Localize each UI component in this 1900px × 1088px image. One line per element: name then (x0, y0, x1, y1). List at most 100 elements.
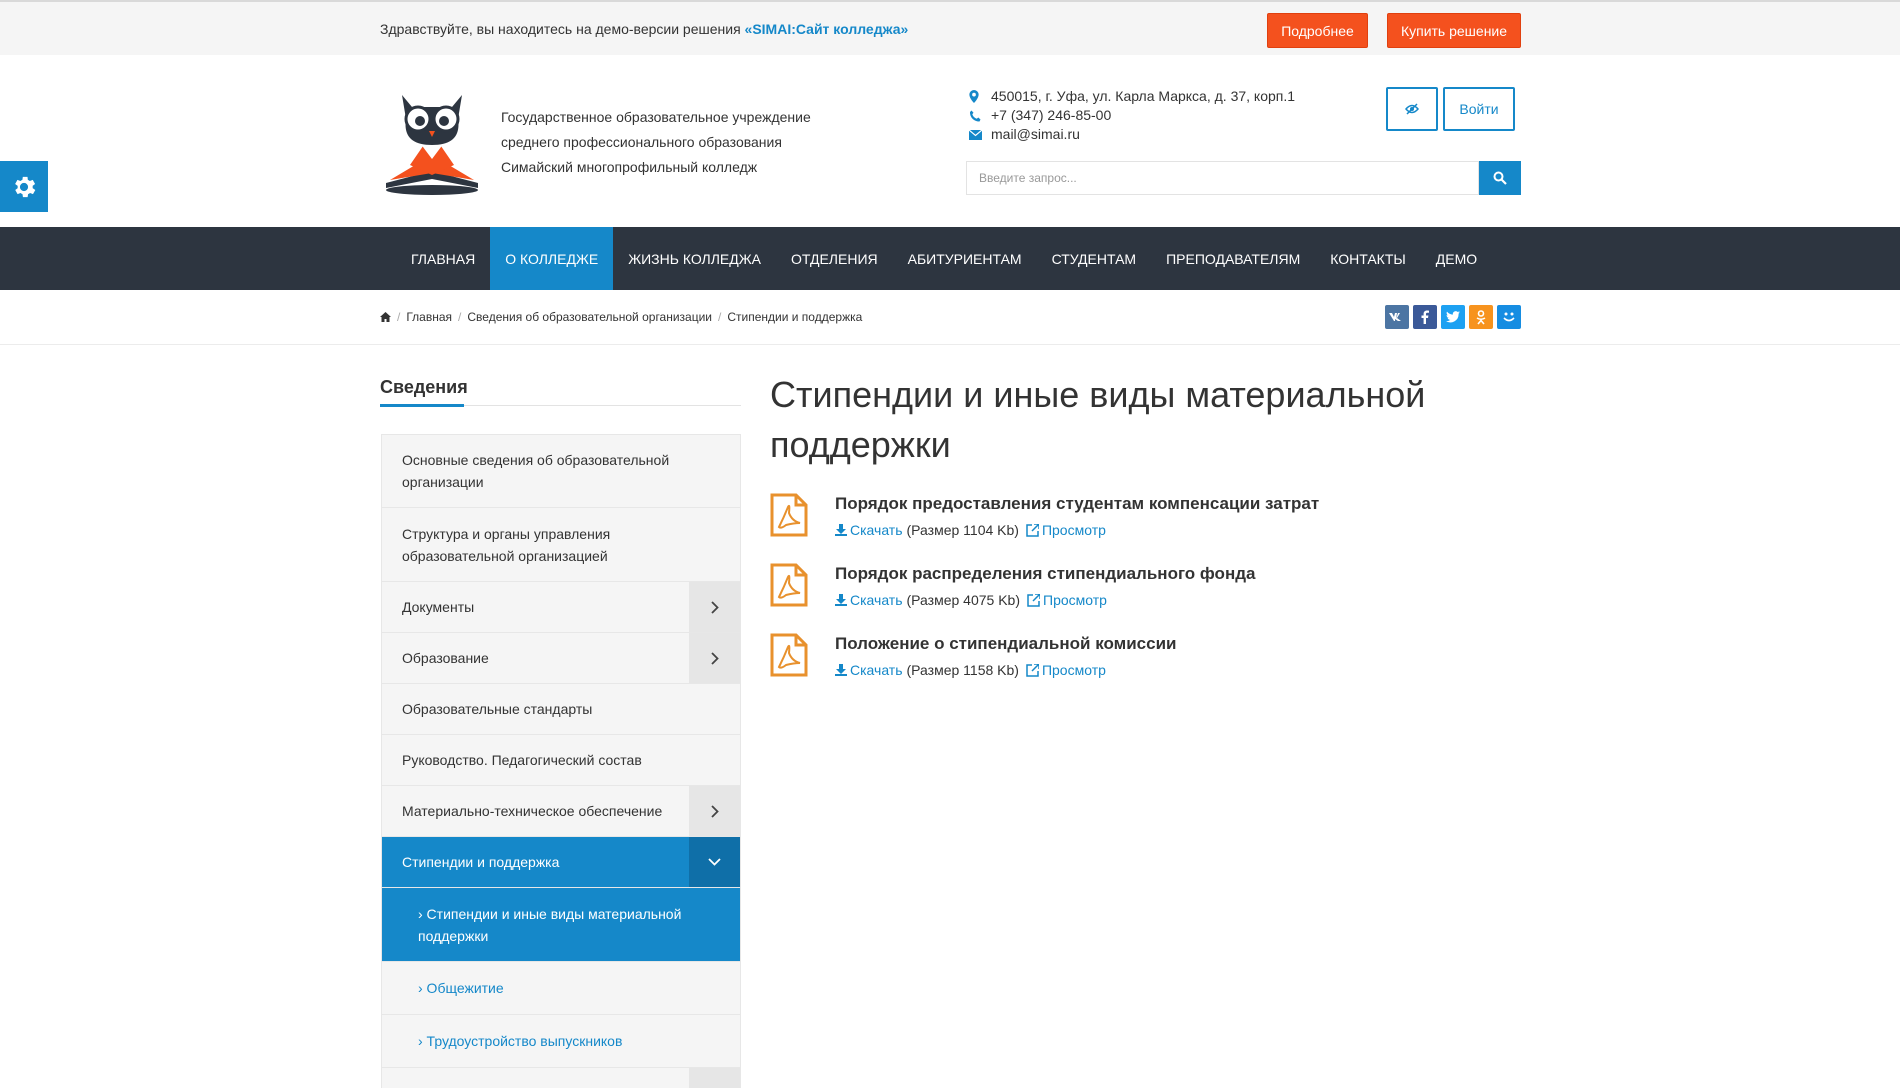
sidebar-item-label: Документы (402, 599, 475, 615)
nav-item[interactable]: АБИТУРИЕНТАМ (893, 227, 1037, 290)
chevron-right-icon[interactable] (689, 582, 740, 632)
view-link[interactable]: Просмотр (1026, 522, 1106, 538)
view-label: Просмотр (1041, 522, 1106, 538)
nav-item[interactable]: КОНТАКТЫ (1315, 227, 1421, 290)
external-link-icon (1027, 593, 1040, 607)
download-link[interactable]: Скачать (835, 592, 903, 608)
sidebar-item-education[interactable]: Образование (382, 633, 740, 684)
nav-item[interactable]: ЖИЗНЬ КОЛЛЕДЖА (613, 227, 776, 290)
sidebar-item-label: Основные сведения об образовательной орг… (402, 452, 670, 490)
nav-item[interactable]: ГЛАВНАЯ (396, 227, 490, 290)
sidebar-item-structure[interactable]: Структура и органы управления образовате… (382, 508, 740, 582)
org-name-line: среднего профессионального образования (501, 134, 782, 150)
sidebar-item-main-info[interactable]: Основные сведения об образовательной орг… (382, 435, 740, 508)
phone-icon (969, 110, 991, 122)
pdf-file-icon (770, 563, 808, 607)
sidebar-subitem-label: › Стипендии и иные виды материальной под… (418, 905, 682, 944)
demo-product-link[interactable]: «SIMAI:Сайт колледжа» (745, 21, 909, 37)
moimir-icon[interactable] (1497, 305, 1521, 329)
document-title[interactable]: Порядок распределения стипендиального фо… (835, 564, 1255, 584)
buy-solution-button[interactable]: Купить решение (1387, 13, 1521, 48)
breadcrumb-item[interactable]: Главная (406, 310, 452, 324)
org-name-line: Симайский многопрофильный колледж (501, 159, 758, 175)
nav-item[interactable]: ДЕМО (1421, 227, 1492, 290)
org-name-line: Государственное образовательное учрежден… (501, 109, 811, 125)
share-buttons (1385, 305, 1521, 329)
demo-notice: Здравствуйте, вы находитесь на демо-верс… (380, 21, 908, 37)
home-icon[interactable] (380, 312, 391, 322)
vk-icon[interactable] (1385, 305, 1409, 329)
page-title: Стипендии и иные виды материальной подде… (770, 374, 1426, 465)
breadcrumb-separator: / (718, 310, 722, 324)
download-link[interactable]: Скачать (835, 522, 903, 538)
sidebar-item-facilities[interactable]: Материально-техническое обеспечение (382, 786, 740, 837)
document-meta: Скачать (Размер 4075 Kb) Просмотр (835, 592, 1107, 608)
breadcrumb-item[interactable]: Сведения об образовательной организации (467, 310, 712, 324)
breadcrumb-bar: / Главная / Сведения об образовательной … (0, 290, 1900, 345)
nav-item[interactable]: О КОЛЛЕДЖЕ (490, 227, 614, 290)
sidebar-title-underline (380, 404, 464, 407)
sidebar-item-staff[interactable]: Руководство. Педагогический состав (382, 735, 740, 786)
breadcrumb: / Главная / Сведения об образовательной … (380, 310, 862, 324)
breadcrumb-separator: / (458, 310, 462, 324)
document-size: (Размер 1104 Kb) (906, 522, 1019, 538)
document-size: (Размер 1158 Kb) (906, 662, 1019, 678)
search-button[interactable] (1479, 161, 1521, 195)
nav-item[interactable]: ПРЕПОДАВАТЕЛЯМ (1151, 227, 1315, 290)
login-button[interactable]: Войти (1443, 87, 1515, 131)
sidebar-item-scholarships[interactable]: Стипендии и поддержка (382, 837, 740, 888)
more-button[interactable]: Подробнее (1267, 13, 1368, 48)
sidebar-item-label: Структура и органы управления образовате… (402, 525, 611, 564)
external-link-icon (1026, 663, 1039, 677)
sidebar-item-label: Образование (402, 650, 489, 666)
settings-panel-toggle[interactable] (0, 161, 48, 212)
address-row: 450015, г. Уфа, ул. Карла Маркса, д. 37,… (969, 87, 1295, 106)
sidebar-item-documents[interactable]: Документы (382, 582, 740, 633)
email-row: mail@simai.ru (969, 125, 1295, 144)
sidebar-subitem-scholarships[interactable]: › Стипендии и иные виды материальной под… (382, 888, 740, 962)
eye-slash-icon (1405, 103, 1419, 115)
college-logo[interactable] (380, 85, 484, 198)
document-meta: Скачать (Размер 1104 Kb) Просмотр (835, 522, 1106, 538)
sidebar-subitem-label: › Трудоустройство выпускников (418, 1033, 623, 1049)
sidebar-subitem-employment[interactable]: › Трудоустройство выпускников (382, 1015, 740, 1068)
sidebar-item-standards[interactable]: Образовательные стандарты (382, 684, 740, 735)
download-link[interactable]: Скачать (835, 662, 903, 678)
main-navigation: ГЛАВНАЯ О КОЛЛЕДЖЕ ЖИЗНЬ КОЛЛЕДЖА ОТДЕЛЕНИЯ… (0, 227, 1900, 290)
address-text: 450015, г. Уфа, ул. Карла Маркса, д. 37,… (991, 88, 1296, 104)
sidebar-item-next[interactable] (382, 1068, 740, 1088)
document-title[interactable]: Порядок предоставления студентам компенс… (835, 494, 1319, 514)
facebook-icon[interactable] (1413, 305, 1437, 329)
odnoklassniki-icon[interactable] (1469, 305, 1493, 329)
chevron-right-icon[interactable] (689, 786, 740, 836)
nav-list: ГЛАВНАЯ О КОЛЛЕДЖЕ ЖИЗНЬ КОЛЛЕДЖА ОТДЕЛЕНИЯ… (396, 227, 1492, 290)
pdf-file-icon (770, 493, 808, 537)
sidebar-item-label: Материально-техническое обеспечение (402, 803, 663, 819)
document-title[interactable]: Положение о стипендиальной комиссии (835, 634, 1176, 654)
download-label: Скачать (850, 522, 903, 538)
search-input[interactable] (966, 161, 1479, 195)
sidebar-subitem-dormitory[interactable]: › Общежитие (382, 962, 740, 1015)
nav-item[interactable]: ОТДЕЛЕНИЯ (776, 227, 893, 290)
download-label: Скачать (850, 592, 903, 608)
contact-info: 450015, г. Уфа, ул. Карла Маркса, д. 37,… (969, 87, 1295, 144)
pdf-file-icon (770, 633, 808, 677)
view-label: Просмотр (1043, 592, 1107, 608)
nav-item[interactable]: СТУДЕНТАМ (1037, 227, 1151, 290)
chevron-right-icon[interactable] (689, 633, 740, 683)
document-size: (Размер 4075 Kb) (906, 592, 1021, 608)
accessibility-button[interactable] (1386, 87, 1438, 131)
email-text[interactable]: mail@simai.ru (991, 125, 1080, 144)
sidebar-menu: Основные сведения об образовательной орг… (381, 434, 741, 1088)
demo-notice-text: Здравствуйте, вы находитесь на демо-верс… (380, 21, 741, 37)
chevron-right-icon[interactable] (689, 1068, 740, 1088)
view-link[interactable]: Просмотр (1026, 662, 1106, 678)
download-icon (835, 664, 847, 676)
search-icon (1493, 171, 1507, 185)
phone-text[interactable]: +7 (347) 246-85-00 (991, 106, 1111, 125)
chevron-down-icon[interactable] (689, 837, 740, 887)
twitter-icon[interactable] (1441, 305, 1465, 329)
view-link[interactable]: Просмотр (1027, 592, 1107, 608)
envelope-icon (969, 129, 991, 140)
phone-row: +7 (347) 246-85-00 (969, 106, 1295, 125)
